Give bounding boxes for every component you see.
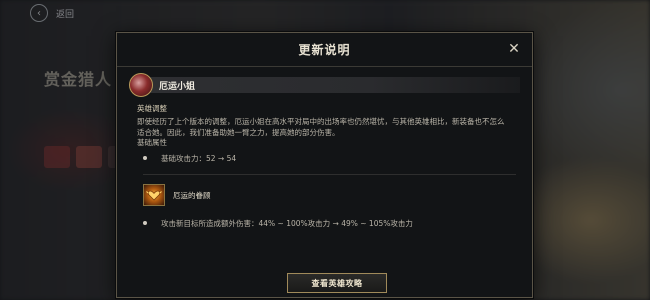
background-thumb — [76, 146, 102, 168]
heart-crest-icon — [143, 184, 165, 206]
hero-name-bar: 厄运小姐 — [147, 77, 520, 93]
view-hero-guide-button[interactable]: 查看英雄攻略 — [287, 273, 387, 293]
dialog-body: 厄运小姐 英雄调整 即使经历了上个版本的调整，厄运小姐在高水平对局中的出场率也仍… — [129, 73, 520, 297]
item-effect-text: 攻击新目标所造成额外伤害：44% ~ 100%攻击力 → 49% ~ 105%攻… — [161, 218, 413, 228]
hero-description: 即使经历了上个版本的调整，厄运小姐在高水平对局中的出场率也仍然堪忧，与其他英雄相… — [137, 117, 505, 137]
update-notes-dialog: 更新说明 ✕ 厄运小姐 英雄调整 即使经历了上个版本的调整，厄运小姐在高水平对局… — [116, 32, 533, 298]
background-thumb — [44, 146, 70, 168]
bullet-icon — [143, 221, 147, 225]
item-effect-row: 攻击新目标所造成额外伤害：44% ~ 100%攻击力 → 49% ~ 105%攻… — [143, 217, 520, 229]
hero-avatar — [129, 73, 153, 97]
item-name: 厄运的眷顾 — [173, 190, 211, 200]
section-label: 英雄调整 — [137, 104, 167, 113]
divider — [143, 174, 516, 175]
stat-change-text: 基础攻击力：52 → 54 — [161, 153, 237, 163]
background-topbar: ‹ 返回 — [30, 4, 74, 22]
back-icon: ‹ — [30, 4, 48, 22]
hero-header: 厄运小姐 — [129, 73, 520, 97]
bullet-icon — [143, 156, 147, 160]
hero-name: 厄运小姐 — [159, 81, 196, 92]
dialog-title: 更新说明 — [298, 43, 351, 57]
background-title: 赏金猎人 — [44, 70, 113, 89]
guide-button-label: 查看英雄攻略 — [311, 278, 363, 288]
item-header: 厄运的眷顾 — [143, 183, 520, 207]
dialog-header: 更新说明 ✕ — [117, 33, 532, 67]
attribute-label: 基础属性 — [137, 138, 167, 147]
stat-change-row: 基础攻击力：52 → 54 — [143, 152, 520, 164]
back-label: 返回 — [56, 9, 75, 20]
close-icon[interactable]: ✕ — [506, 41, 522, 57]
